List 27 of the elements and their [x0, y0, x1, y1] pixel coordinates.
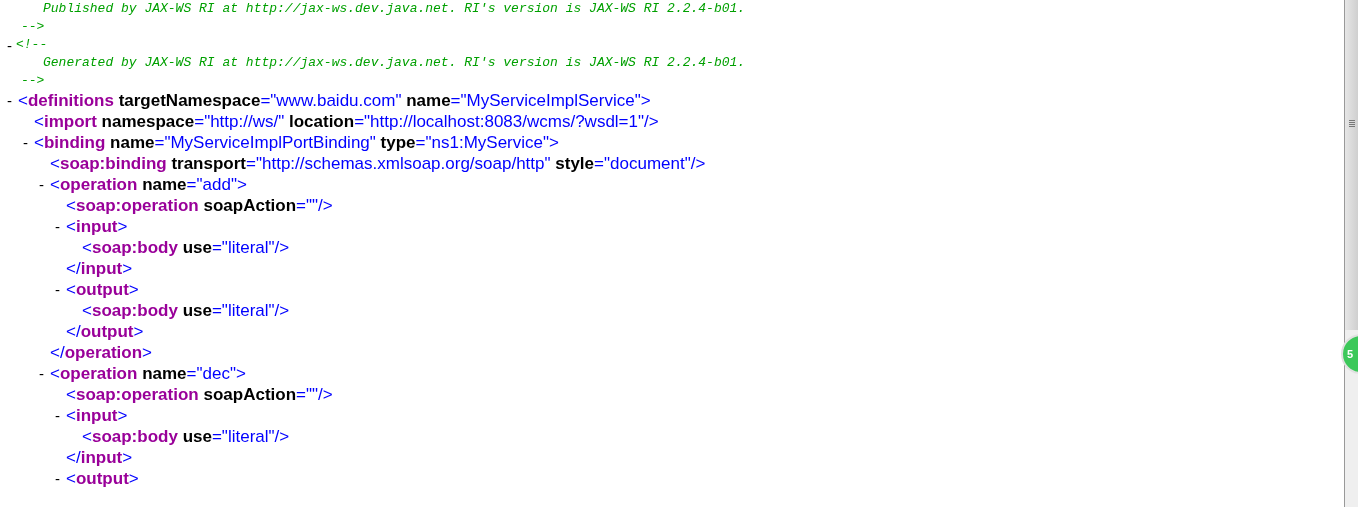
collapse-toggle[interactable]: - — [7, 93, 12, 108]
scrollbar-thumb[interactable] — [1345, 0, 1358, 330]
badge-count: 5 — [1347, 346, 1354, 362]
xml-tag-line: <definitions targetNamespace="www.baidu.com" name="MyServiceImplService"> — [17, 89, 651, 112]
xml-tag-line: <import namespace="http://ws/" location="http://localhost:8083/wcms/?wsdl=1"/> — [33, 110, 659, 133]
xml-tag-line: <input> — [65, 215, 128, 238]
collapse-toggle[interactable]: - — [55, 408, 60, 423]
collapse-toggle[interactable]: - — [55, 471, 60, 486]
collapse-toggle[interactable]: - — [23, 135, 28, 150]
xml-tag-line: <binding name="MyServiceImplPortBinding" type="ns1:MyService"> — [33, 131, 559, 154]
scrollbar[interactable] — [1344, 0, 1358, 507]
xml-tag-line: <operation name="add"> — [49, 173, 247, 196]
xml-tag-line: <soap:binding transport="http://schemas.xmlsoap.org/soap/http" style="document"/> — [49, 152, 706, 175]
collapse-toggle[interactable]: - — [39, 177, 44, 192]
xml-tag-line: <input> — [65, 404, 128, 427]
collapse-toggle[interactable]: - — [39, 366, 44, 381]
comment-close: --> — [21, 18, 45, 37]
collapse-toggle[interactable]: - — [55, 219, 60, 234]
comment-open: <!-- — [16, 36, 48, 55]
comment-text: Published by JAX-WS RI at http://jax-ws.dev.java.net. RI's version is JAX-WS RI 2.2.4-b01. — [43, 0, 746, 19]
comment-close: --> — [21, 72, 45, 91]
xml-tag-line: <soap:operation soapAction=""/> — [65, 194, 333, 217]
xml-tag-line: <soap:operation soapAction=""/> — [65, 383, 333, 406]
grip-icon — [1348, 120, 1355, 127]
collapse-toggle[interactable]: - — [7, 37, 12, 53]
comment-text: Generated by JAX-WS RI at http://jax-ws.dev.java.net. RI's version is JAX-WS RI 2.2.4-b01. — [43, 54, 746, 73]
collapse-toggle[interactable]: - — [55, 282, 60, 297]
